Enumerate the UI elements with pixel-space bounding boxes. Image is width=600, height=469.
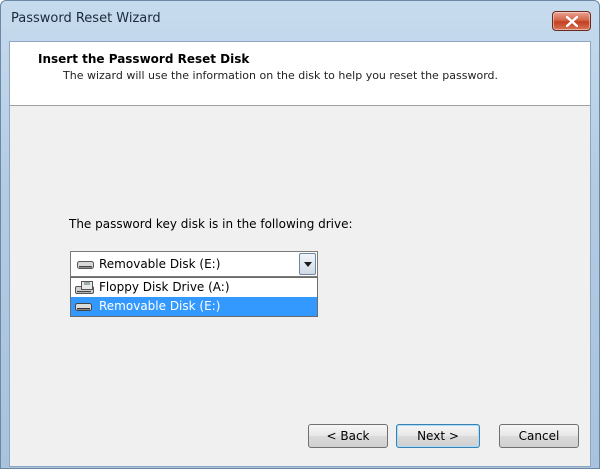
title-bar: Password Reset Wizard bbox=[1, 1, 599, 41]
wizard-body: Insert the Password Reset Disk The wizar… bbox=[9, 41, 591, 467]
cancel-button[interactable]: Cancel bbox=[499, 424, 579, 448]
drive-combobox-value: Removable Disk (E:) bbox=[99, 257, 221, 271]
drive-combobox[interactable]: Removable Disk (E:) bbox=[70, 251, 318, 277]
wizard-window: Password Reset Wizard Insert the Passwor… bbox=[0, 0, 600, 469]
dropdown-option-removable[interactable]: Removable Disk (E:) bbox=[71, 297, 317, 316]
drive-prompt-label: The password key disk is in the followin… bbox=[69, 217, 353, 231]
wizard-header: Insert the Password Reset Disk The wizar… bbox=[10, 42, 590, 106]
close-button[interactable] bbox=[552, 11, 591, 31]
window-title: Password Reset Wizard bbox=[11, 11, 161, 26]
dropdown-toggle-button[interactable] bbox=[299, 253, 316, 275]
dropdown-option-label: Removable Disk (E:) bbox=[99, 299, 221, 313]
removable-disk-icon bbox=[77, 261, 94, 269]
dropdown-option-label: Floppy Disk Drive (A:) bbox=[99, 280, 230, 294]
drive-dropdown-list: Floppy Disk Drive (A:) Removable Disk (E… bbox=[70, 277, 318, 317]
close-icon bbox=[566, 16, 578, 27]
back-button[interactable]: < Back bbox=[308, 424, 388, 448]
chevron-down-icon bbox=[304, 262, 312, 267]
page-title: Insert the Password Reset Disk bbox=[38, 52, 250, 66]
removable-disk-icon bbox=[75, 303, 92, 311]
dropdown-option-floppy[interactable]: Floppy Disk Drive (A:) bbox=[71, 278, 317, 297]
next-button[interactable]: Next > bbox=[396, 424, 480, 448]
page-subtitle: The wizard will use the information on t… bbox=[63, 69, 499, 82]
floppy-drive-icon bbox=[75, 281, 94, 294]
